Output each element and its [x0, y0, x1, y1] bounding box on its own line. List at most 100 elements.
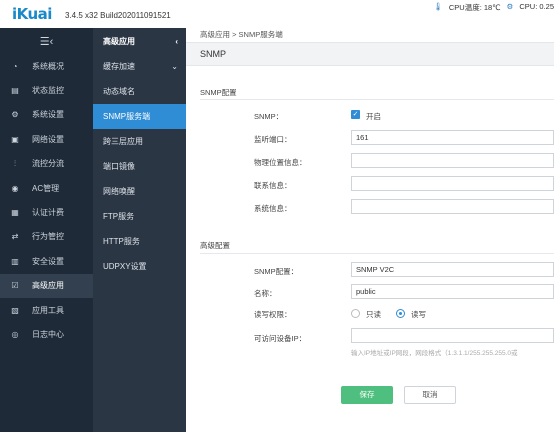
submenu-item-label: SNMP服务端: [103, 112, 151, 121]
sidebar-item-logs[interactable]: ◎ 日志中心: [0, 322, 93, 346]
submenu-item-label: 网络唤醒: [103, 187, 135, 196]
snmp-enable-label: 开启: [366, 112, 381, 121]
chevron-down-icon: ⌄: [171, 62, 178, 71]
sidebar-item-network[interactable]: ▣ 网络设置: [0, 127, 93, 151]
port-input[interactable]: 161: [351, 130, 554, 145]
section-title-advanced: 高级配置: [200, 241, 230, 250]
wifi-icon: ◉: [11, 183, 19, 193]
permission-readonly-radio[interactable]: [351, 309, 360, 318]
submenu-header: 高级应用 ‹: [93, 28, 186, 54]
allowed-ip-hint: 输入IP地址或IP网段，网段格式（1.3.1.1/255.255.255.0或: [351, 350, 518, 357]
cpu-usage: CPU: 0.25: [519, 2, 554, 11]
sidebar-item-status[interactable]: ▤ 状态监控: [0, 78, 93, 102]
check-box-icon: ☑: [11, 281, 19, 291]
system-info-input[interactable]: [351, 199, 554, 214]
submenu-item-snmp[interactable]: SNMP服务端: [93, 104, 186, 129]
submenu-item-label: 端口镜像: [103, 162, 135, 171]
cpu-temp: CPU温度: 18℃: [448, 3, 501, 12]
sidebar-item-system[interactable]: ⚙ 系统设置: [0, 103, 93, 127]
submenu-item-label: 动态域名: [103, 87, 135, 96]
submenu-item-cache[interactable]: 缓存加速 ⌄: [93, 54, 186, 79]
chevron-left-icon[interactable]: ‹: [175, 37, 178, 46]
section-title-snmp: SNMP配置: [200, 88, 237, 97]
arrows-icon: ⇄: [11, 232, 19, 242]
sidebar-item-advanced[interactable]: ☑ 高级应用: [0, 273, 93, 298]
permission-label: 读写权限：: [254, 310, 292, 319]
page-title: SNMP: [200, 49, 227, 59]
sidebar-item-label: 认证计费: [32, 208, 64, 218]
submenu-item-label: FTP服务: [103, 212, 135, 221]
sidebar-item-behavior[interactable]: ⇄ 行为管控: [0, 225, 93, 249]
sidebar-item-label: 网络设置: [32, 134, 64, 144]
allowed-ip-label: 可访问设备IP：: [254, 334, 307, 343]
permission-readwrite-label: 读写: [411, 310, 426, 319]
contact-label: 联系信息：: [254, 181, 292, 190]
dashboard-icon: ◔: [12, 61, 18, 71]
submenu-panel: 高级应用 ‹ 缓存加速 ⌄ 动态域名 SNMP服务端 跨三层应用 端口镜像 网络…: [93, 28, 186, 432]
sidebar-item-label: AC管理: [32, 183, 60, 193]
sidebar: ☰‹ ◔ 系统概况 ▤ 状态监控 ⚙ 系统设置 ▣ 网络设置 ⫶ 流控分流 ◉ …: [0, 28, 93, 432]
contact-input[interactable]: [351, 176, 554, 191]
submenu-item-wol[interactable]: 网络唤醒: [93, 179, 186, 204]
submenu-item-label: UDPXY设置: [103, 262, 147, 271]
network-icon: ▣: [11, 134, 19, 144]
divider: [200, 99, 554, 100]
sidebar-item-label: 日志中心: [32, 329, 64, 339]
location-input[interactable]: [351, 153, 554, 168]
snmp-form: SNMP配置 SNMP： ✓ 开启 监听端口： 161 物理位置信息： 联系信息…: [186, 66, 554, 432]
submenu-item-ftp[interactable]: FTP服务: [93, 204, 186, 229]
community-name-label: 名称：: [254, 289, 277, 298]
sidebar-item-label: 系统设置: [32, 110, 64, 120]
sidebar-item-security[interactable]: ▥ 安全设置: [0, 249, 93, 273]
sidebar-item-label: 高级应用: [32, 281, 64, 291]
sidebar-item-label: 行为管控: [32, 232, 64, 242]
sliders-icon: ⫶: [14, 158, 16, 168]
sidebar-item-label: 应用工具: [32, 305, 64, 315]
sidebar-item-overview[interactable]: ◔ 系统概况: [0, 54, 93, 78]
cancel-button[interactable]: 取消: [404, 386, 456, 404]
submenu-item-udpxy[interactable]: UDPXY设置: [93, 254, 186, 279]
thermometer-icon: 🌡: [433, 2, 443, 11]
submenu-title: 高级应用: [103, 36, 135, 46]
permission-readonly-label: 只读: [366, 310, 381, 319]
submenu-item-ddns[interactable]: 动态域名: [93, 79, 186, 104]
id-card-icon: ▦: [11, 208, 19, 218]
breadcrumb: 高级应用 > SNMP服务端: [200, 30, 283, 39]
snmp-toggle-label: SNMP：: [254, 112, 284, 121]
log-icon: ◎: [11, 329, 19, 339]
breadcrumb-bar: 高级应用 > SNMP服务端 🌡 CPU温度: 18℃ ⚙ CPU: 0.25: [186, 2, 554, 42]
sidebar-collapse-toggle[interactable]: ☰‹: [0, 28, 93, 54]
snmp-version-label: SNMP配置：: [254, 267, 299, 276]
port-label: 监听端口：: [254, 135, 292, 144]
sidebar-item-auth[interactable]: ▦ 认证计费: [0, 200, 93, 224]
firewall-icon: ▥: [11, 256, 19, 266]
sidebar-item-ac[interactable]: ◉ AC管理: [0, 176, 93, 200]
snmp-version-select[interactable]: SNMP V2C: [351, 262, 554, 277]
version-label: 3.4.5 x32 Build202011091521: [65, 11, 171, 20]
cpu-icon: ⚙: [506, 2, 514, 11]
submenu-item-label: HTTP服务: [103, 237, 140, 246]
submenu-item-label: 跨三层应用: [103, 137, 143, 146]
snmp-enable-checkbox[interactable]: ✓: [351, 110, 360, 119]
sidebar-item-label: 系统概况: [32, 61, 64, 71]
community-name-input[interactable]: public: [351, 284, 554, 299]
save-button[interactable]: 保存: [341, 386, 393, 404]
tools-icon: ▧: [11, 305, 19, 315]
location-label: 物理位置信息：: [254, 158, 307, 167]
system-status: 🌡 CPU温度: 18℃ ⚙ CPU: 0.25: [433, 2, 554, 13]
app-logo: iKuai: [12, 5, 52, 23]
submenu-item-label: 缓存加速: [103, 62, 135, 71]
gear-icon: ⚙: [11, 110, 19, 120]
monitor-icon: ▤: [11, 86, 19, 96]
allowed-ip-input[interactable]: [351, 328, 554, 343]
submenu-item-port-mirror[interactable]: 端口镜像: [93, 154, 186, 179]
sidebar-item-tools[interactable]: ▧ 应用工具: [0, 298, 93, 322]
submenu-item-layer3[interactable]: 跨三层应用: [93, 129, 186, 154]
page-title-bar: SNMP: [186, 42, 554, 66]
permission-readwrite-radio[interactable]: [396, 309, 405, 318]
system-info-label: 系统信息：: [254, 204, 292, 213]
sidebar-item-flow[interactable]: ⫶ 流控分流: [0, 152, 93, 176]
submenu-item-http[interactable]: HTTP服务: [93, 229, 186, 254]
sidebar-item-label: 安全设置: [32, 256, 64, 266]
sidebar-item-label: 流控分流: [32, 159, 64, 169]
